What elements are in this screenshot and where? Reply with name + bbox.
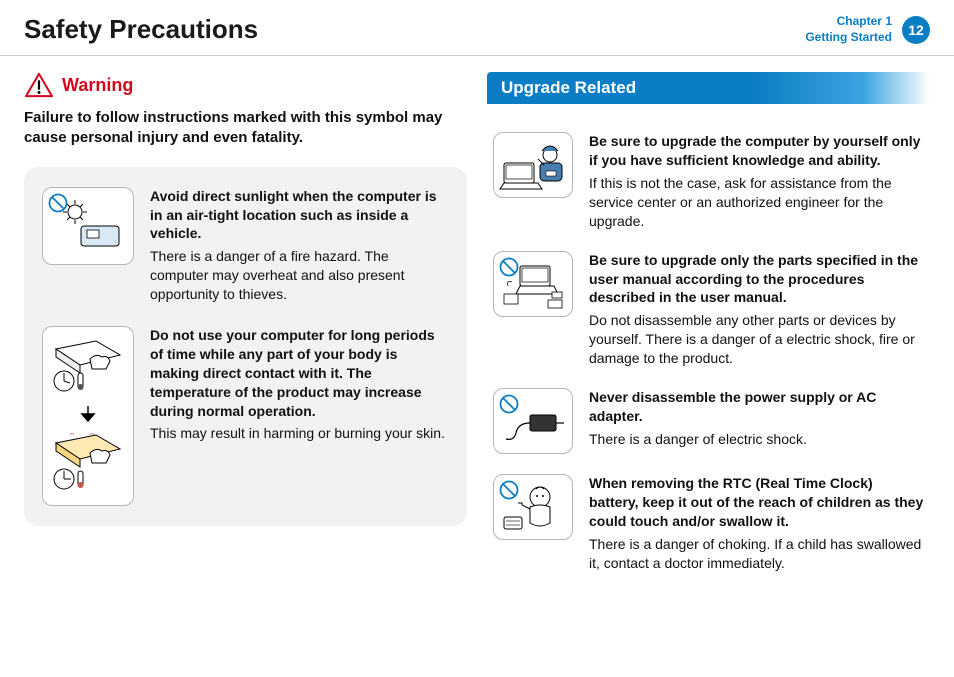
warning-label: Warning	[62, 75, 133, 96]
upgrade-item-text: When removing the RTC (Real Time Clock) …	[589, 474, 924, 572]
illustration-child-battery	[493, 474, 573, 540]
page-number-badge: 12	[902, 16, 930, 44]
technician-icon	[498, 137, 568, 193]
item-body-text: There is a danger of choking. If a child…	[589, 536, 921, 571]
illustration-parts	[493, 251, 573, 317]
item-body-text: If this is not the case, ask for assista…	[589, 175, 892, 229]
prohibit-icon	[499, 257, 519, 277]
warning-description: Failure to follow instructions marked wi…	[24, 108, 467, 149]
illustration-adapter	[493, 388, 573, 454]
prohibit-icon	[499, 394, 519, 414]
warning-item: Avoid direct sunlight when the computer …	[42, 187, 449, 304]
warning-item-text: Do not use your computer for long period…	[150, 326, 449, 506]
item-body-text: This may result in harming or burning yo…	[150, 425, 445, 441]
page-title: Safety Precautions	[24, 14, 258, 45]
section-header-upgrade: Upgrade Related	[487, 72, 930, 104]
chapter-line-1: Chapter 1	[805, 14, 892, 30]
right-column: Upgrade Related Be sure	[487, 72, 930, 592]
warning-items-box: Avoid direct sunlight when the computer …	[24, 167, 467, 526]
prohibit-icon	[48, 193, 68, 213]
down-arrow-icon	[78, 406, 98, 422]
page-header: Safety Precautions Chapter 1 Getting Sta…	[0, 0, 954, 56]
upgrade-item: Be sure to upgrade the computer by yours…	[493, 132, 924, 230]
illustration-body-heat	[42, 326, 134, 506]
item-body-text: There is a danger of electric shock.	[589, 431, 807, 447]
chapter-line-2: Getting Started	[805, 30, 892, 46]
warning-heading-row: Warning	[24, 72, 467, 98]
item-bold-text: Be sure to upgrade only the parts specif…	[589, 251, 924, 308]
left-column: Warning Failure to follow instructions m…	[24, 72, 467, 592]
upgrade-item-text: Never disassemble the power supply or AC…	[589, 388, 924, 454]
item-body-text: Do not disassemble any other parts or de…	[589, 312, 915, 366]
prohibit-icon	[499, 480, 519, 500]
content-area: Warning Failure to follow instructions m…	[0, 56, 954, 608]
warning-item: Do not use your computer for long period…	[42, 326, 449, 506]
upgrade-item: When removing the RTC (Real Time Clock) …	[493, 474, 924, 572]
hand-heat-icon	[50, 433, 126, 493]
illustration-technician	[493, 132, 573, 198]
upgrade-item-text: Be sure to upgrade the computer by yours…	[589, 132, 924, 230]
warning-triangle-icon	[24, 72, 54, 98]
upgrade-item-text: Be sure to upgrade only the parts specif…	[589, 251, 924, 368]
warning-item-text: Avoid direct sunlight when the computer …	[150, 187, 449, 304]
hand-laptop-icon	[50, 339, 126, 395]
header-right: Chapter 1 Getting Started 12	[805, 14, 930, 45]
upgrade-item: Never disassemble the power supply or AC…	[493, 388, 924, 454]
chapter-info: Chapter 1 Getting Started	[805, 14, 892, 45]
illustration-sunlight	[42, 187, 134, 265]
item-bold-text: When removing the RTC (Real Time Clock) …	[589, 474, 924, 531]
item-bold-text: Do not use your computer for long period…	[150, 326, 449, 420]
upgrade-items: Be sure to upgrade the computer by yours…	[487, 132, 930, 572]
item-bold-text: Never disassemble the power supply or AC…	[589, 388, 924, 426]
item-bold-text: Avoid direct sunlight when the computer …	[150, 187, 449, 244]
item-body-text: There is a danger of a fire hazard. The …	[150, 248, 404, 302]
upgrade-item: Be sure to upgrade only the parts specif…	[493, 251, 924, 368]
item-bold-text: Be sure to upgrade the computer by yours…	[589, 132, 924, 170]
